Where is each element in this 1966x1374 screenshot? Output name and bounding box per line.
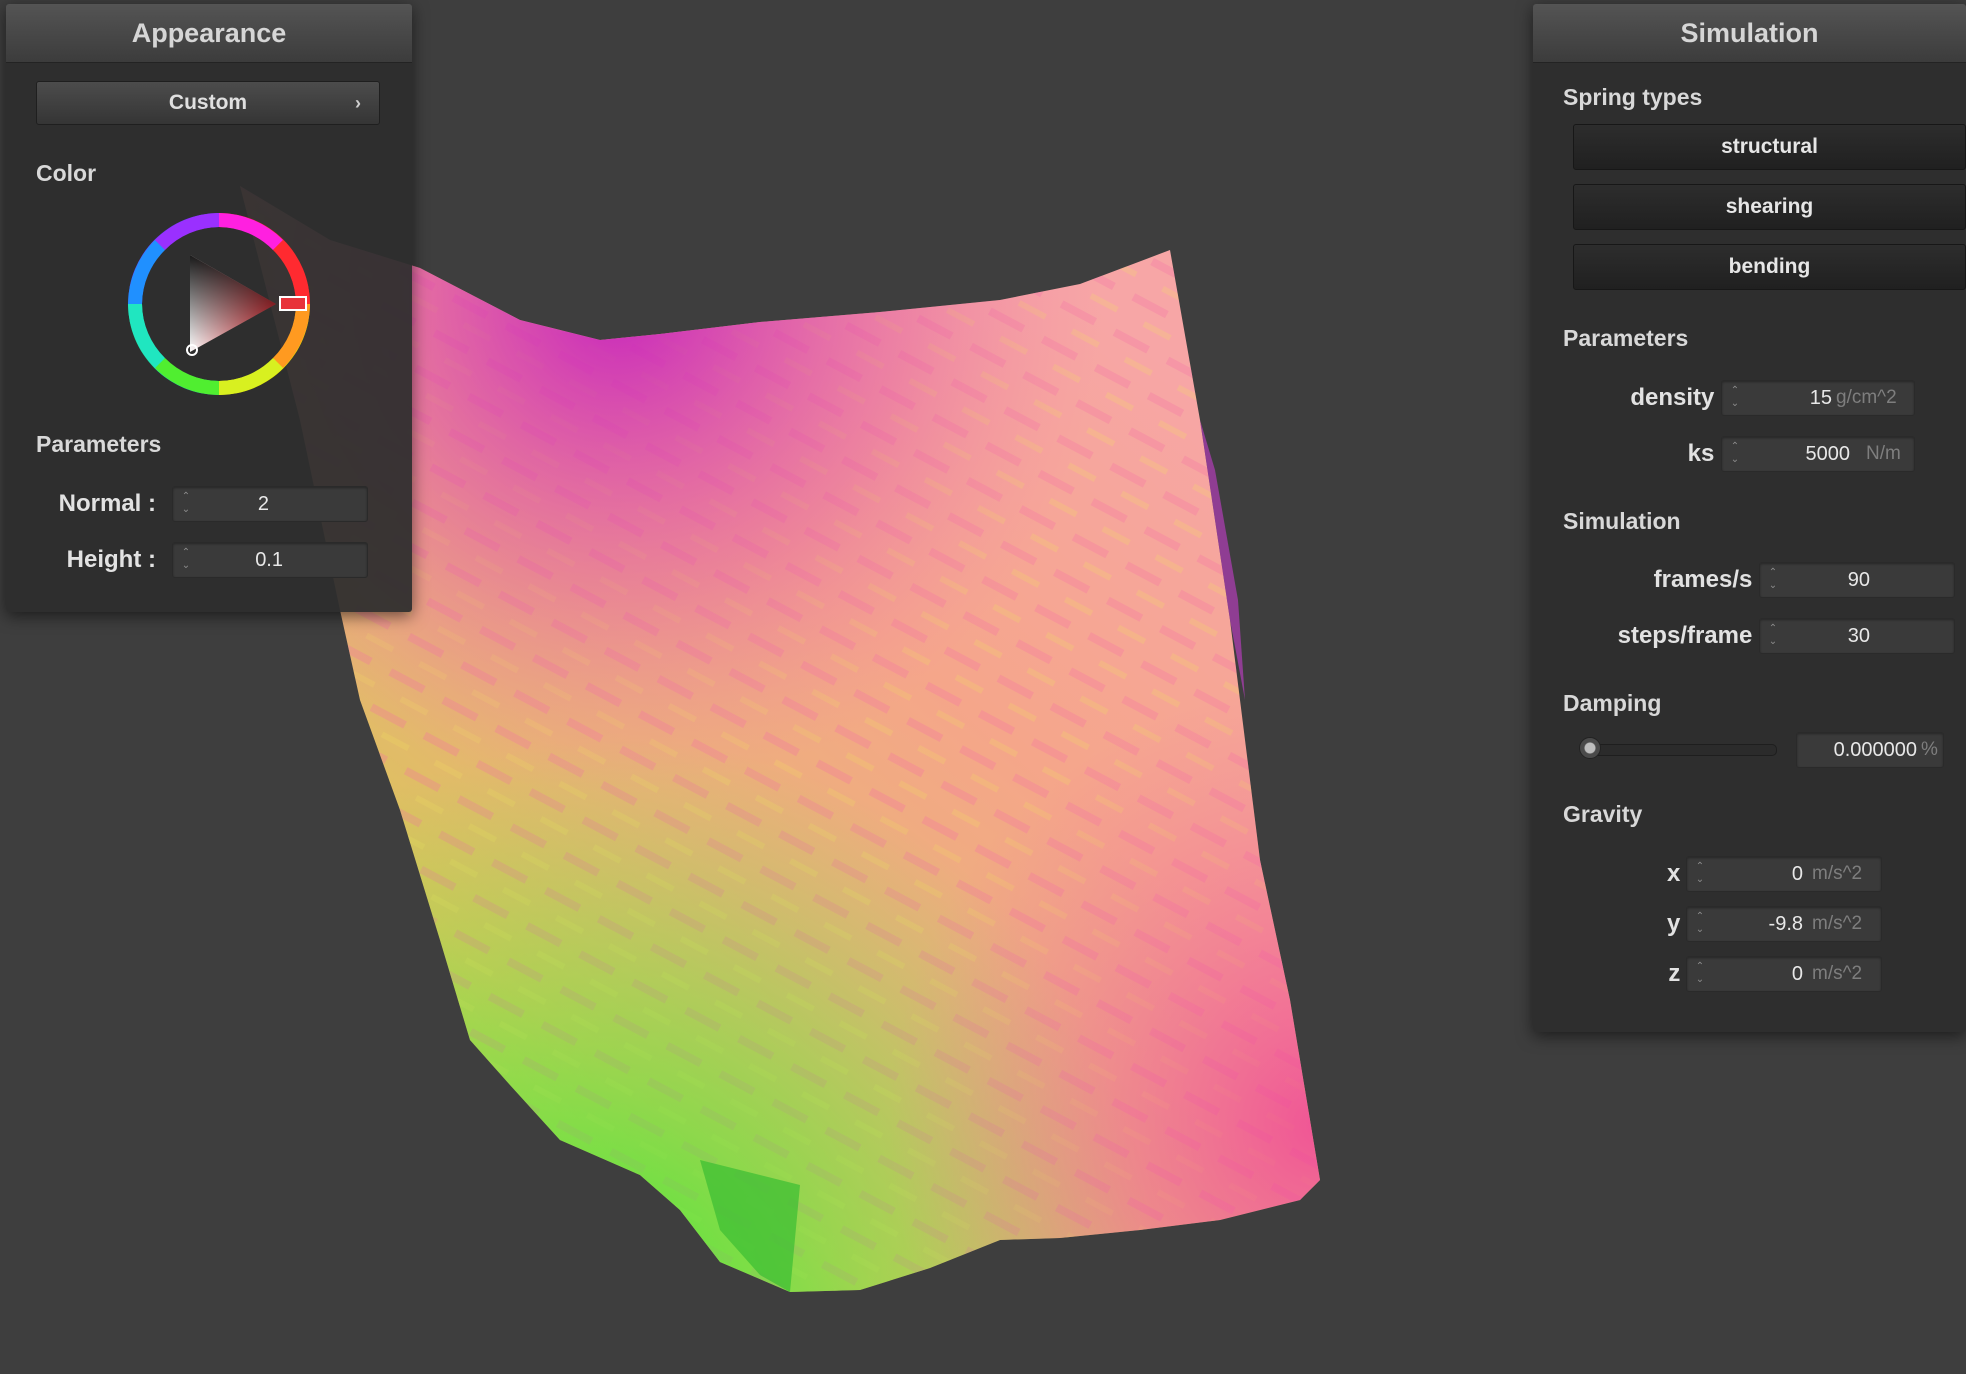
spinner-arrows-icon[interactable]: ⌃ ⌄ [1693, 960, 1707, 988]
height-label: Height : [66, 546, 156, 573]
height-value: 0.1 [255, 549, 283, 571]
density-value: 15 [1809, 387, 1832, 409]
damping-slider-knob[interactable] [1579, 737, 1601, 759]
ks-unit: N/m [1866, 443, 1901, 464]
density-label: density : [1630, 384, 1729, 411]
damping-section-label: Damping [1563, 690, 1662, 716]
spinner-arrows-icon[interactable]: ⌃ ⌄ [179, 546, 193, 574]
ks-label: ks : [1687, 440, 1729, 467]
frames-per-second-value: 90 [1847, 569, 1870, 591]
spinner-arrows-icon[interactable]: ⌃ ⌄ [1693, 910, 1707, 938]
steps-per-frame-value: 30 [1847, 625, 1870, 647]
normal-stepper[interactable]: ⌃ ⌄ 2 [172, 486, 368, 522]
shearing-spring-button[interactable]: shearing [1573, 184, 1966, 230]
height-stepper[interactable]: ⌃ ⌄ 0.1 [172, 542, 368, 578]
frames-per-second-label: frames/s : [1653, 566, 1767, 593]
gravity-x-unit: m/s^2 [1812, 863, 1863, 884]
hue-selector-handle[interactable] [279, 296, 307, 311]
normal-value: 2 [257, 493, 269, 515]
spinner-arrows-icon[interactable]: ⌃ ⌄ [1766, 622, 1780, 650]
color-section-label: Color [36, 160, 97, 186]
normal-label: Normal : [58, 490, 156, 517]
gravity-z-label: z : [1668, 960, 1695, 987]
gravity-y-stepper[interactable]: ⌃ ⌄ -9.8 m/s^2 [1686, 906, 1882, 942]
ks-stepper[interactable]: ⌃ ⌄ 5000 N/m [1721, 436, 1915, 472]
damping-field[interactable]: 0.000000 % [1796, 732, 1944, 768]
gravity-y-label: y : [1666, 910, 1695, 937]
steps-per-frame-label: steps/frame : [1617, 622, 1767, 649]
simulation-panel-title: Simulation [1533, 4, 1966, 63]
simulation-panel: Simulation Spring types structural shear… [1533, 4, 1966, 1032]
bending-spring-button[interactable]: bending [1573, 244, 1966, 290]
gravity-section-label: Gravity [1563, 801, 1643, 827]
gravity-z-value: 0 [1791, 963, 1803, 985]
density-unit: g/cm^2 [1836, 387, 1897, 408]
damping-unit: % [1921, 739, 1938, 760]
saturation-triangle[interactable] [190, 255, 276, 352]
spinner-arrows-icon[interactable]: ⌃ ⌄ [1728, 440, 1742, 468]
simulation-section-label: Simulation [1563, 508, 1681, 534]
gravity-y-value: -9.8 [1768, 913, 1803, 935]
material-preset-label: Custom [168, 91, 248, 114]
spinner-arrows-icon[interactable]: ⌃ ⌄ [1766, 566, 1780, 594]
spinner-arrows-icon[interactable]: ⌃ ⌄ [1693, 860, 1707, 888]
steps-per-frame-stepper[interactable]: ⌃ ⌄ 30 [1759, 618, 1955, 654]
appearance-panel-title: Appearance [6, 4, 412, 63]
density-stepper[interactable]: ⌃ ⌄ 15 g/cm^2 [1721, 380, 1915, 416]
appearance-panel: Appearance Custom › Color Parameters Nor… [6, 4, 412, 612]
spinner-arrows-icon[interactable]: ⌃ ⌄ [1728, 384, 1742, 412]
gravity-x-stepper[interactable]: ⌃ ⌄ 0 m/s^2 [1686, 856, 1882, 892]
spring-types-label: Spring types [1563, 84, 1703, 110]
structural-spring-button[interactable]: structural [1573, 124, 1966, 170]
damping-value: 0.000000 [1833, 739, 1917, 761]
appearance-parameters-label: Parameters [36, 431, 162, 457]
gravity-z-unit: m/s^2 [1812, 963, 1863, 984]
material-preset-button[interactable]: Custom › [36, 81, 380, 125]
ks-value: 5000 [1805, 443, 1851, 465]
color-wheel[interactable] [128, 213, 310, 395]
gravity-x-value: 0 [1791, 863, 1803, 885]
frames-per-second-stepper[interactable]: ⌃ ⌄ 90 [1759, 562, 1955, 598]
gravity-z-stepper[interactable]: ⌃ ⌄ 0 m/s^2 [1686, 956, 1882, 992]
chevron-right-icon: › [355, 93, 361, 113]
gravity-x-label: x : [1666, 860, 1695, 887]
gravity-y-unit: m/s^2 [1812, 913, 1863, 934]
damping-slider-track[interactable] [1585, 744, 1777, 756]
simulation-parameters-label: Parameters [1563, 325, 1689, 351]
spinner-arrows-icon[interactable]: ⌃ ⌄ [179, 490, 193, 518]
